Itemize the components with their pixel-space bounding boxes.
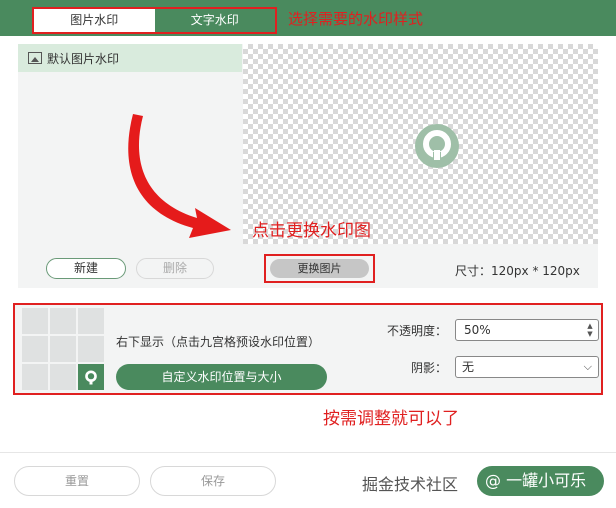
opacity-label: 不透明度： [387,324,448,338]
annotation-adjust: 按需调整就可以了 [323,409,459,429]
image-size-label: 尺寸：120px * 120px [455,264,580,278]
position-cell-bottom-left[interactable] [22,364,48,390]
spin-up-icon[interactable]: ▲ [585,322,595,330]
position-description: 右下显示（点击九宫格预设水印位置） [116,335,321,349]
opacity-stepper[interactable]: 50% ▲ ▼ [455,319,599,341]
position-cell-center[interactable] [50,336,76,362]
position-cell-middle-right[interactable] [78,336,104,362]
annotation-replace-image: 点击更换水印图 [252,221,371,241]
annotation-select-style: 选择需要的水印样式 [288,10,424,28]
position-cell-top-left[interactable] [22,308,48,334]
tab-text-watermark[interactable]: 文字水印 [154,9,275,32]
library-item-label: 默认图片水印 [47,51,120,66]
new-watermark-button[interactable]: 新建 [46,258,126,279]
delete-watermark-button[interactable]: 删除 [136,258,214,279]
opacity-value: 50% [464,323,491,337]
library-item-default[interactable]: 默认图片水印 [18,44,242,72]
custom-position-button[interactable]: 自定义水印位置与大小 [116,364,327,390]
watermark-panel: 默认图片水印 [18,44,598,288]
reset-button[interactable]: 重置 [14,466,140,496]
position-grid [22,308,104,390]
watermark-settings: 右下显示（点击九宫格预设水印位置） 自定义水印位置与大小 不透明度： 50% ▲… [13,303,603,395]
watermark-type-tabs: 图片水印 文字水印 [32,7,277,34]
position-cell-bottom-center[interactable] [50,364,76,390]
opacity-spin-buttons[interactable]: ▲ ▼ [585,322,595,338]
position-cell-bottom-right[interactable] [78,364,104,390]
shadow-label: 阴影： [411,361,448,375]
position-cell-top-center[interactable] [50,308,76,334]
shadow-value: 无 [462,360,475,374]
replace-image-button[interactable]: 更换图片 [270,259,369,278]
image-icon [28,52,42,64]
watermark-logo-icon [415,124,459,168]
position-cell-middle-left[interactable] [22,336,48,362]
watermark-logo-icon [85,370,97,385]
author-watermark: @ 一罐小可乐 [477,466,604,496]
watermark-preview [243,44,598,244]
spin-down-icon[interactable]: ▼ [585,330,595,338]
tab-image-watermark[interactable]: 图片水印 [34,9,155,32]
save-button[interactable]: 保存 [150,466,276,496]
annotation-arrow [128,114,231,238]
footer-divider [0,452,616,453]
shadow-select[interactable]: 无 ⌵ [455,356,599,378]
site-watermark-text: 掘金技术社区 [362,475,459,494]
replace-image-highlight: 更换图片 [264,254,375,283]
chevron-down-icon: ⌵ [583,360,592,373]
position-cell-top-right[interactable] [78,308,104,334]
